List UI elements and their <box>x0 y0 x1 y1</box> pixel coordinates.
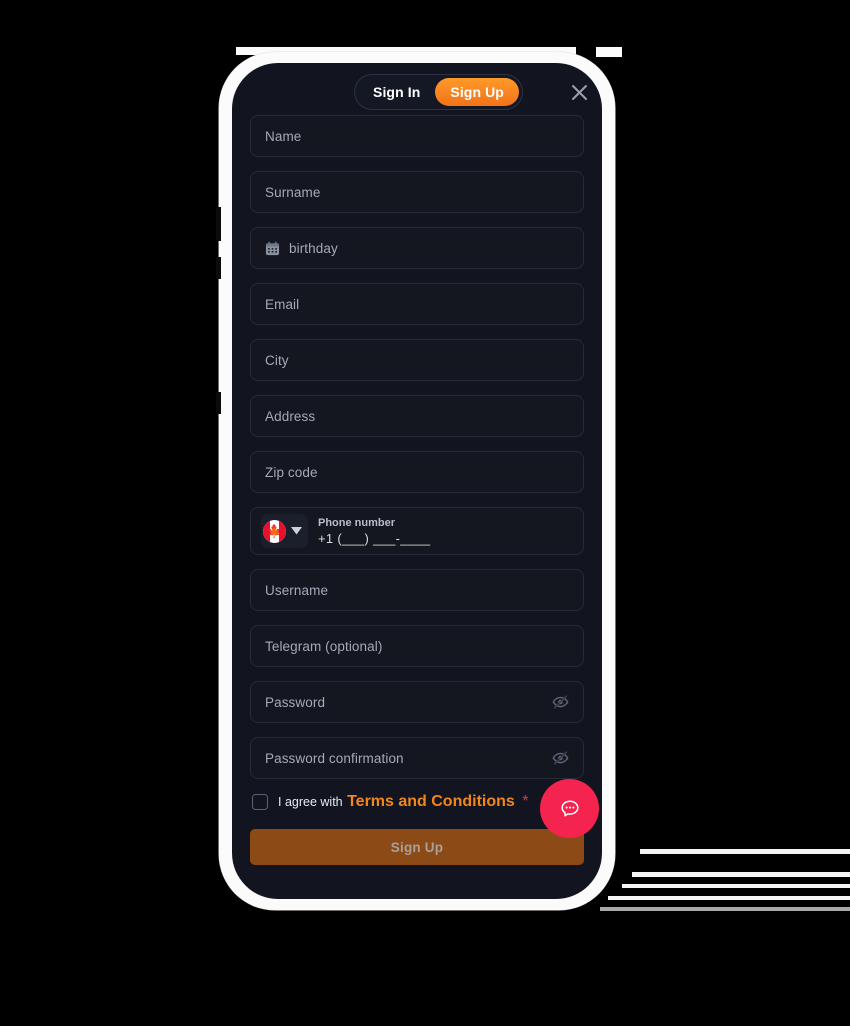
chat-bubble-icon <box>560 799 579 817</box>
sign-up-submit-button[interactable]: Sign Up <box>250 829 584 865</box>
terms-agreement-row[interactable]: I agree with Terms and Conditions * <box>250 793 584 811</box>
tab-sign-in[interactable]: Sign In <box>358 78 435 106</box>
render-artifact-streak <box>622 884 850 888</box>
eye-off-icon[interactable] <box>552 750 569 767</box>
terms-text-container: I agree with Terms and Conditions * <box>278 793 528 811</box>
auth-mode-toggle[interactable]: Sign In Sign Up <box>354 74 523 110</box>
terms-prefix-label: I agree with <box>278 795 343 809</box>
password-confirmation-field-placeholder: Password confirmation <box>265 750 404 766</box>
birthday-field-placeholder: birthday <box>289 240 338 256</box>
name-field[interactable]: Name <box>250 115 584 157</box>
canada-flag-icon: 🍁 <box>263 519 286 543</box>
terms-and-conditions-link[interactable]: Terms and Conditions <box>347 793 515 810</box>
screenshot-canvas: Sign In Sign Up Name Surname birthday Em… <box>0 0 850 1026</box>
phone-screen: Sign In Sign Up Name Surname birthday Em… <box>232 63 602 899</box>
zip-code-field[interactable]: Zip code <box>250 451 584 493</box>
signup-form: Name Surname birthday Email City Address… <box>232 115 602 865</box>
volume-down-button[interactable] <box>216 257 221 279</box>
phone-number-value: +1 (___) ___-____ <box>318 530 431 546</box>
tab-sign-up[interactable]: Sign Up <box>435 78 519 106</box>
phone-number-field[interactable]: 🍁 Phone number +1 (___) ___-____ <box>250 507 584 555</box>
volume-up-button[interactable] <box>216 207 221 241</box>
close-button[interactable] <box>565 78 593 106</box>
password-field-placeholder: Password <box>265 694 326 710</box>
name-field-placeholder: Name <box>265 128 302 144</box>
country-code-select[interactable]: 🍁 <box>261 514 308 548</box>
close-icon <box>571 84 587 100</box>
email-field-placeholder: Email <box>265 296 300 312</box>
render-artifact-streak <box>640 849 850 854</box>
chat-support-button[interactable] <box>540 779 599 838</box>
city-field-placeholder: City <box>265 352 289 368</box>
terms-checkbox[interactable] <box>252 794 268 810</box>
password-field[interactable]: Password <box>250 681 584 723</box>
render-artifact-streak <box>632 872 850 877</box>
address-field-placeholder: Address <box>265 408 316 424</box>
city-field[interactable]: City <box>250 339 584 381</box>
render-artifact-streak <box>600 907 850 911</box>
phone-number-label: Phone number <box>318 516 396 529</box>
required-marker: * <box>522 793 529 810</box>
eye-off-icon[interactable] <box>552 694 569 711</box>
telegram-field-placeholder: Telegram (optional) <box>265 638 383 654</box>
power-button[interactable] <box>216 392 221 414</box>
surname-field-placeholder: Surname <box>265 184 321 200</box>
chevron-down-icon <box>291 527 302 535</box>
surname-field[interactable]: Surname <box>250 171 584 213</box>
birthday-field[interactable]: birthday <box>250 227 584 269</box>
calendar-icon <box>265 241 280 256</box>
device-frame-edge <box>596 47 622 57</box>
username-field[interactable]: Username <box>250 569 584 611</box>
telegram-field[interactable]: Telegram (optional) <box>250 625 584 667</box>
zip-code-field-placeholder: Zip code <box>265 464 318 480</box>
password-confirmation-field[interactable]: Password confirmation <box>250 737 584 779</box>
username-field-placeholder: Username <box>265 582 329 598</box>
email-field[interactable]: Email <box>250 283 584 325</box>
render-artifact-streak <box>608 896 850 900</box>
address-field[interactable]: Address <box>250 395 584 437</box>
